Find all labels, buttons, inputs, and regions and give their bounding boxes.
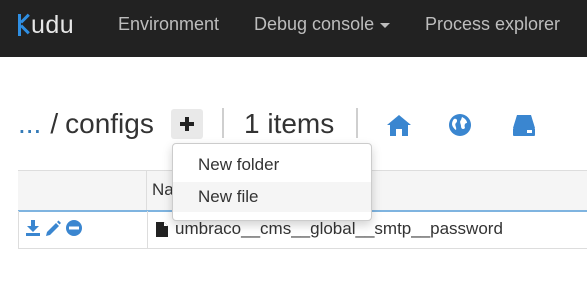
column-divider: [146, 171, 147, 210]
drive-icon: [513, 115, 535, 136]
toolbar-divider: [356, 108, 358, 138]
top-navbar: udu Environment Debug console Process ex…: [0, 0, 587, 57]
menu-item-new-folder[interactable]: New folder: [173, 150, 371, 180]
plus-icon: [180, 117, 194, 131]
file-cell[interactable]: umbraco__cms__global__smtp__password: [155, 219, 503, 239]
brand-text: udu: [31, 10, 75, 39]
pencil-icon[interactable]: [44, 219, 62, 237]
kudu-logo[interactable]: udu: [18, 9, 74, 41]
column-divider: [147, 211, 148, 248]
globe-button[interactable]: [446, 112, 474, 138]
globe-icon: [449, 114, 471, 136]
nav-debug-console[interactable]: Debug console: [254, 14, 391, 35]
column-header-name[interactable]: Na: [152, 180, 174, 200]
menu-item-new-file[interactable]: New file: [173, 182, 371, 212]
file-icon: [156, 221, 168, 237]
kudu-k-mark: [18, 13, 32, 36]
items-count: 1 items: [244, 108, 335, 139]
download-icon[interactable]: [25, 219, 41, 237]
home-button[interactable]: [385, 112, 413, 138]
breadcrumb-separator: /: [50, 108, 59, 139]
nav-debug-console-label: Debug console: [254, 14, 375, 34]
menu-item-label: New file: [198, 187, 259, 206]
home-icon: [387, 115, 411, 136]
delete-icon[interactable]: [65, 219, 83, 237]
breadcrumb-current: configs: [65, 108, 154, 139]
drive-button[interactable]: [510, 112, 538, 138]
nav-environment[interactable]: Environment: [118, 14, 219, 35]
row-actions: [25, 219, 83, 237]
add-new-button[interactable]: [171, 109, 203, 139]
caret-down-icon: [380, 22, 391, 28]
menu-item-label: New folder: [198, 155, 280, 174]
file-name[interactable]: umbraco__cms__global__smtp__password: [175, 219, 503, 239]
breadcrumb-ellipsis[interactable]: ...: [18, 108, 41, 140]
nav-process-explorer[interactable]: Process explorer: [425, 14, 560, 35]
breadcrumb: ... / configs: [18, 106, 154, 142]
toolbar-divider: [222, 108, 224, 138]
new-item-dropdown: New folder New file: [172, 143, 372, 221]
